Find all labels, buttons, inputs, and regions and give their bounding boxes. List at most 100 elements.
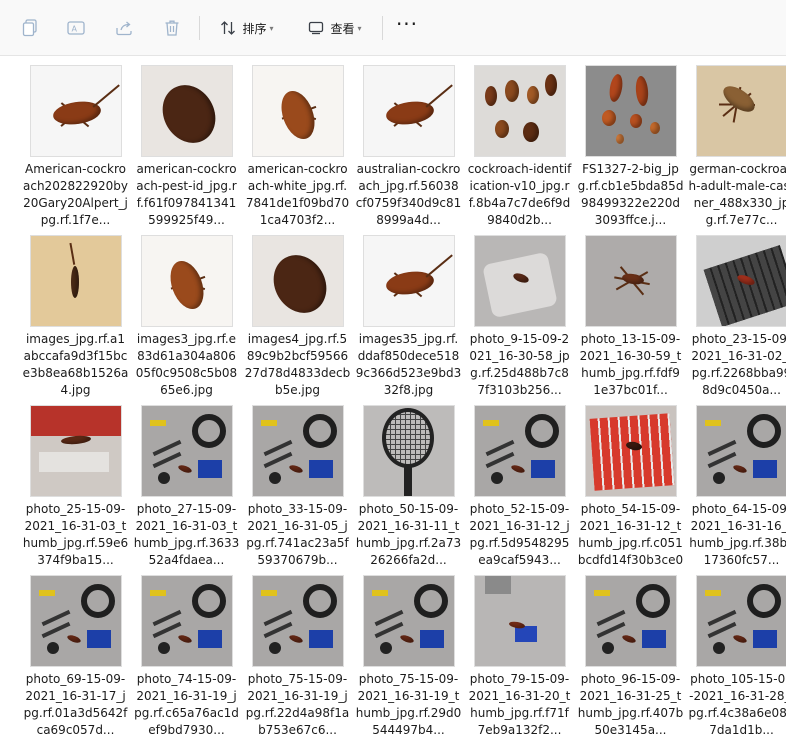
thumbnail-shape — [379, 642, 392, 654]
copy-icon — [22, 19, 37, 37]
svg-text:A: A — [72, 25, 78, 34]
trash-icon — [165, 20, 179, 36]
thumbnail-shape — [149, 590, 166, 596]
file-name: photo_27-15-09-2021_16-31-03_thumb_jpg.r… — [133, 502, 240, 567]
file-item[interactable]: photo_96-15-09-2021_16-31-25_thumb_jpg.r… — [575, 573, 686, 743]
sort-icon — [221, 21, 236, 35]
file-view: American-cockroach202822920by20Gary20Alp… — [0, 57, 786, 746]
file-thumbnail — [29, 65, 122, 157]
sort-button[interactable]: 排序 ▾ — [212, 12, 282, 44]
file-thumbnail — [140, 575, 233, 667]
thumbnail-shape — [615, 134, 624, 144]
file-item[interactable]: American-cockroach202822920by20Gary20Alp… — [20, 63, 131, 233]
file-item[interactable]: images_jpg.rf.a1abccafa9d3f15bce3b8ea68b… — [20, 233, 131, 403]
file-thumbnail — [695, 575, 786, 667]
file-item[interactable]: photo_75-15-09-2021_16-31-19_thumb_jpg.r… — [353, 573, 464, 743]
file-item[interactable]: photo_69-15-09-2021_16-31-17_jpg.rf.01a3… — [20, 573, 131, 743]
file-name: photo_64-15-09-2021_16-31-16_thumb_jpg.r… — [689, 502, 786, 567]
thumbnail-shape — [260, 420, 277, 426]
thumbnail-shape — [526, 86, 539, 104]
file-name: images_jpg.rf.a1abccafa9d3f15bce3b8ea68b… — [22, 332, 129, 397]
thumbnail-shape — [514, 626, 537, 642]
share-icon — [116, 21, 132, 36]
file-item[interactable]: FS1327-2-big_jpg.rf.cb1e5bda85d98499322e… — [575, 63, 686, 233]
file-thumbnail — [251, 575, 344, 667]
copy-button[interactable] — [16, 12, 44, 44]
file-thumbnail — [140, 405, 233, 497]
thumbnail-shape — [157, 642, 170, 654]
file-item[interactable]: photo_75-15-09-2021_16-31-19_jpg.rf.22d4… — [242, 573, 353, 743]
file-item[interactable]: photo_52-15-09-2021_16-31-12_jpg.rf.5d95… — [464, 403, 575, 573]
command-bar: A 排序 ▾ 查看 ▾ ··· — [0, 0, 786, 56]
thumbnail-shape — [302, 414, 337, 448]
share-button[interactable] — [110, 12, 138, 44]
thumbnail-shape — [371, 590, 388, 596]
file-name: photo_25-15-09-2021_16-31-03_thumb_jpg.r… — [22, 502, 129, 567]
file-item[interactable]: images35_jpg.rf.ddaf850dece5189c366d523e… — [353, 233, 464, 403]
view-button[interactable]: 查看 ▾ — [300, 12, 370, 44]
file-thumbnail — [695, 405, 786, 497]
file-item[interactable]: photo_33-15-09-2021_16-31-05_jpg.rf.741a… — [242, 403, 353, 573]
thumbnail-shape — [696, 66, 786, 156]
file-item[interactable]: photo_25-15-09-2021_16-31-03_thumb_jpg.r… — [20, 403, 131, 573]
file-item[interactable]: photo_27-15-09-2021_16-31-03_thumb_jpg.r… — [131, 403, 242, 573]
file-name: cockroach-identification-v10_jpg.rf.8b4a… — [467, 162, 572, 227]
thumbnail-shape — [419, 630, 444, 648]
file-name: american-cockroach-pest-id_jpg.rf.f61f09… — [136, 162, 237, 227]
file-thumbnail — [584, 405, 677, 497]
file-item[interactable]: photo_105-15-09-2021_16-31-28_jpg.rf.4c3… — [686, 573, 786, 743]
file-item[interactable]: photo_13-15-09-2021_16-30-59_thumb_jpg.r… — [575, 233, 686, 403]
file-item[interactable]: images4_jpg.rf.589c9b2bcf5956627d78d4833… — [242, 233, 353, 403]
delete-button[interactable] — [158, 12, 186, 44]
file-thumbnail — [251, 235, 344, 327]
file-item[interactable]: photo_64-15-09-2021_16-31-16_thumb_jpg.r… — [686, 403, 786, 573]
thumbnail-shape — [268, 642, 281, 654]
file-name: images3_jpg.rf.e83d61a304a80605f0c9508c5… — [135, 332, 238, 397]
file-item[interactable]: images3_jpg.rf.e83d61a304a80605f0c9508c5… — [131, 233, 242, 403]
thumbnail-shape — [403, 466, 412, 496]
file-name: photo_75-15-09-2021_16-31-19_jpg.rf.22d4… — [245, 672, 350, 737]
file-thumbnail — [140, 65, 233, 157]
file-thumbnail — [362, 405, 455, 497]
thumbnail-shape — [38, 590, 55, 596]
file-item[interactable]: photo_54-15-09-2021_16-31-12_thumb_jpg.r… — [575, 403, 686, 573]
thumbnail-shape — [302, 584, 337, 618]
thumbnail-shape — [157, 472, 170, 484]
thumbnail-shape — [593, 590, 610, 596]
file-thumbnail — [473, 405, 566, 497]
file-name: photo_75-15-09-2021_16-31-19_thumb_jpg.r… — [355, 672, 462, 737]
file-thumbnail — [362, 235, 455, 327]
file-name: photo_50-15-09-2021_16-31-11_thumb_jpg.r… — [355, 502, 462, 567]
file-item[interactable]: cockroach-identification-v10_jpg.rf.8b4a… — [464, 63, 575, 233]
file-item[interactable]: photo_50-15-09-2021_16-31-11_thumb_jpg.r… — [353, 403, 464, 573]
file-item[interactable]: australian-cockroach_jpg.rf.56038cf0759f… — [353, 63, 464, 233]
thumbnail-shape — [308, 460, 333, 478]
thumbnail-shape — [712, 642, 725, 654]
file-item[interactable]: photo_74-15-09-2021_16-31-19_jpg.rf.c65a… — [131, 573, 242, 743]
rename-button[interactable]: A — [62, 12, 90, 44]
thumbnail-shape — [589, 413, 674, 491]
toolbar-divider — [199, 16, 200, 40]
thumbnail-shape — [530, 460, 555, 478]
thumbnail-shape — [585, 66, 676, 156]
file-thumbnail — [695, 235, 786, 327]
file-item[interactable]: german-cockroach-adult-male-castner_488x… — [686, 63, 786, 233]
file-name: photo_33-15-09-2021_16-31-05_jpg.rf.741a… — [246, 502, 349, 567]
file-thumbnail — [29, 405, 122, 497]
file-item[interactable]: american-cockroach-white_jpg.rf.7841de1f… — [242, 63, 353, 233]
more-options-button[interactable]: ··· — [392, 12, 422, 44]
file-name: photo_96-15-09-2021_16-31-25_thumb_jpg.r… — [577, 672, 684, 737]
file-thumbnail — [362, 575, 455, 667]
file-item[interactable]: photo_23-15-09-2021_16-31-02_jpg.rf.2268… — [686, 233, 786, 403]
thumbnail-shape — [30, 406, 121, 436]
file-name: photo_52-15-09-2021_16-31-12_jpg.rf.5d95… — [469, 502, 570, 567]
file-item[interactable]: american-cockroach-pest-id_jpg.rf.f61f09… — [131, 63, 242, 233]
file-name: FS1327-2-big_jpg.rf.cb1e5bda85d98499322e… — [577, 162, 684, 227]
thumbnail-shape — [484, 86, 497, 106]
file-item[interactable]: photo_79-15-09-2021_16-31-20_thumb_jpg.r… — [464, 573, 575, 743]
thumbnail-shape — [629, 114, 642, 128]
file-item[interactable]: photo_9-15-09-2021_16-30-58_jpg.rf.25d48… — [464, 233, 575, 403]
thumbnail-shape — [635, 584, 670, 618]
view-label: 查看 — [330, 21, 355, 36]
thumbnail-shape — [752, 460, 777, 478]
